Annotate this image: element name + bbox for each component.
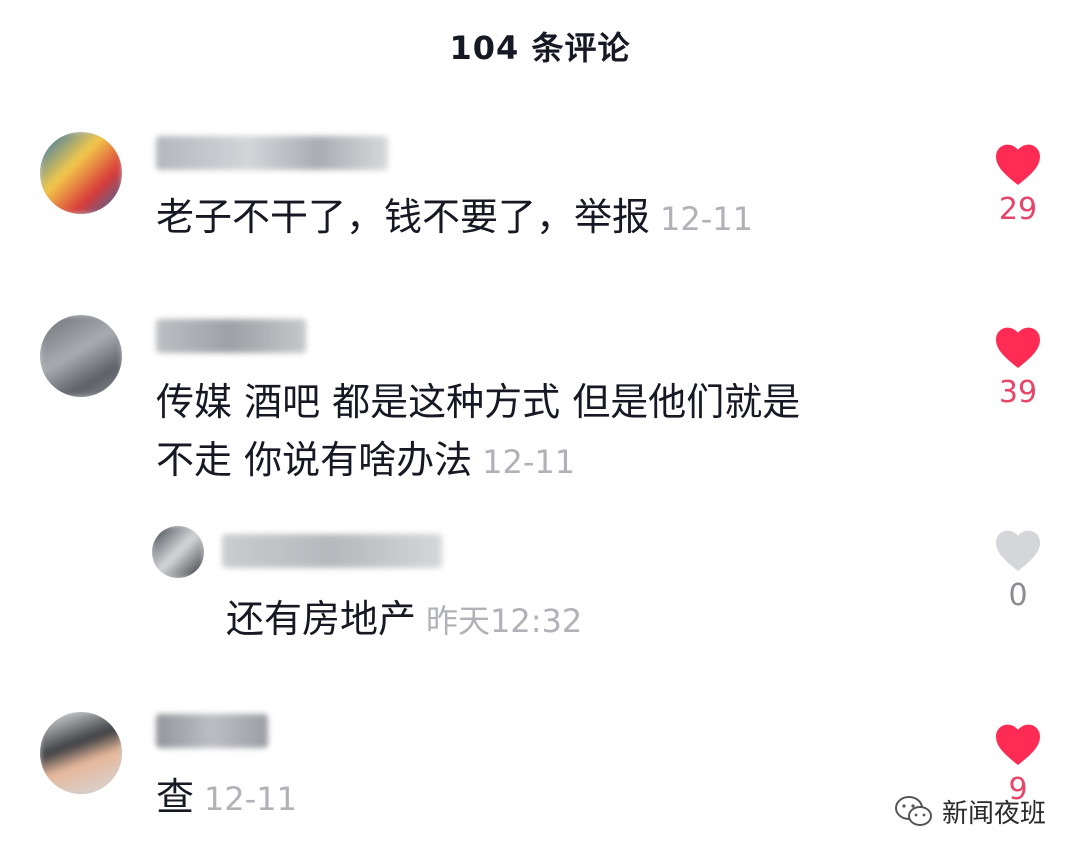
comment-time: 12-11	[482, 443, 576, 481]
comment-item: 老子不干了，钱不要了，举报 12-11 29	[0, 120, 1080, 260]
heart-icon	[996, 144, 1040, 185]
reply-item: 还有房地产 昨天12:32 0	[0, 520, 1080, 650]
avatar[interactable]	[40, 712, 122, 794]
comment-body: 查	[156, 775, 195, 819]
like-count: 39	[998, 375, 1038, 410]
comment-text: 查 12-11	[156, 768, 297, 828]
reply-body: 还有房地产	[226, 597, 417, 641]
comment-item: 传媒 酒吧 都是这种方式 但是他们就是 不走 你说有啥办法 12-11 39	[0, 305, 1080, 505]
comment-item: 查 12-11 9	[0, 700, 1080, 860]
like-button[interactable]: 29	[990, 142, 1046, 227]
comment-body: 老子不干了，钱不要了，举报	[156, 195, 651, 239]
wechat-icon	[894, 795, 932, 826]
like-count: 29	[998, 192, 1038, 227]
watermark: 新闻夜班	[894, 793, 1046, 830]
like-button[interactable]: 0	[990, 528, 1046, 613]
heart-icon	[996, 327, 1040, 368]
username-redacted[interactable]	[222, 534, 442, 568]
username-redacted[interactable]	[156, 136, 388, 170]
reply-text: 还有房地产 昨天12:32	[226, 590, 582, 650]
comment-time: 12-11	[660, 200, 753, 238]
comment-text: 老子不干了，钱不要了，举报 12-11	[156, 188, 753, 248]
comment-body-line: 传媒 酒吧 都是这种方式 但是他们就是	[156, 380, 801, 424]
watermark-label: 新闻夜班	[941, 799, 1046, 829]
heart-icon	[996, 530, 1040, 571]
avatar[interactable]	[40, 132, 122, 214]
heart-icon	[996, 724, 1040, 765]
comment-time: 12-11	[204, 780, 297, 818]
comment-body-line: 不走 你说有啥办法	[156, 438, 473, 482]
comment-text: 传媒 酒吧 都是这种方式 但是他们就是 不走 你说有啥办法 12-11	[156, 373, 800, 491]
reply-time: 昨天12:32	[426, 602, 583, 640]
avatar[interactable]	[152, 526, 204, 578]
like-count: 0	[1008, 578, 1028, 613]
username-redacted[interactable]	[156, 714, 268, 748]
comment-count-title: 104 条评论	[449, 29, 631, 67]
username-redacted[interactable]	[156, 319, 306, 353]
like-button[interactable]: 39	[990, 325, 1046, 410]
avatar[interactable]	[40, 315, 122, 397]
comments-header: 104 条评论	[0, 0, 1080, 92]
